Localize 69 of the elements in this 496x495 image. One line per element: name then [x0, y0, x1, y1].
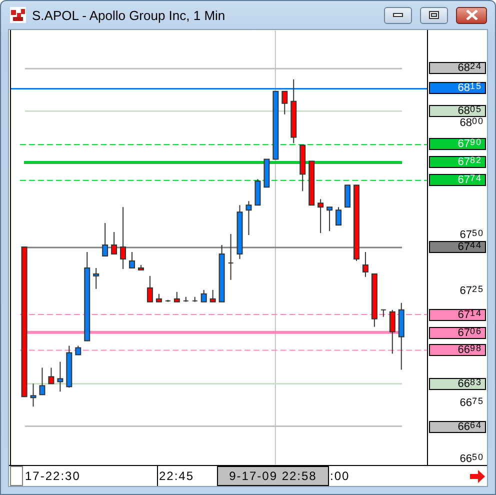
price-marker-label: 67$^{90}$	[429, 138, 486, 150]
candlestick	[380, 309, 386, 318]
time-label: 17-22:30	[24, 468, 82, 485]
price-marker-label: 67$^{06}$	[429, 326, 486, 339]
arrow-right-icon[interactable]	[470, 470, 485, 482]
close-button[interactable]	[456, 6, 487, 24]
candlestick	[210, 289, 216, 302]
candlestick	[389, 309, 396, 354]
candlestick	[120, 206, 126, 270]
candlestick	[57, 361, 64, 392]
price-tick-label: 66$^{75}$	[460, 397, 484, 409]
window-title: S.APOL - Apollo Group Inc, 1 Min	[32, 8, 226, 22]
price-marker-label: 67$^{44}$	[429, 241, 486, 254]
candlestick	[138, 264, 144, 270]
candlestick	[93, 267, 100, 290]
candlestick	[326, 206, 333, 232]
candlestick	[371, 273, 378, 328]
price-marker-label: 66$^{98}$	[429, 344, 486, 356]
candlestick	[264, 158, 270, 188]
price-tick-label: 68$^{00}$	[460, 117, 484, 129]
candlestick	[30, 383, 36, 408]
candlestick	[174, 291, 180, 302]
price-marker-label: 67$^{14}$	[429, 308, 486, 321]
candlestick	[218, 244, 225, 302]
candlestick	[308, 160, 315, 206]
minimize-icon	[393, 13, 403, 17]
price-marker-label: 66$^{64}$	[429, 420, 486, 433]
candlestick	[200, 289, 207, 302]
candlestick	[246, 200, 252, 236]
candlestick	[236, 204, 243, 260]
candlestick	[344, 184, 350, 208]
candlestick	[129, 252, 135, 268]
time-label: :00	[329, 468, 351, 485]
candlestick	[318, 198, 324, 234]
candlestick	[182, 296, 189, 302]
price-marker-label: 68$^{15}$	[429, 82, 486, 94]
minimize-button[interactable]	[384, 6, 412, 24]
candlestick	[66, 345, 72, 388]
price-tick-label: 67$^{50}$	[460, 229, 484, 241]
candlestick	[290, 78, 297, 144]
cursor-time-label: 9-17-09 22:58	[217, 466, 329, 486]
candlestick	[300, 144, 306, 192]
candlestick	[336, 206, 342, 226]
price-marker-label: 68$^{05}$	[429, 104, 486, 117]
candlestick	[282, 90, 288, 115]
price-tick-label: 67$^{25}$	[460, 285, 484, 297]
candlestick	[228, 234, 234, 280]
candlestick	[39, 367, 46, 396]
candlestick	[254, 178, 261, 206]
price-tick-label: 66$^{50}$	[460, 453, 484, 465]
candlestick	[102, 222, 108, 256]
price-marker-label: 66$^{83}$	[429, 378, 486, 390]
candlestick	[272, 90, 279, 160]
price-marker-label: 67$^{74}$	[429, 174, 486, 186]
candlestick	[398, 302, 404, 370]
close-icon	[466, 10, 478, 20]
candlestick	[75, 345, 82, 356]
candlestick	[156, 293, 162, 302]
candlestick	[362, 252, 368, 278]
candlestick	[164, 299, 171, 302]
candlestick	[192, 296, 198, 302]
price-marker-label: 68$^{24}$	[429, 62, 486, 74]
candlestick	[146, 275, 153, 302]
price-marker-label: 67$^{82}$	[429, 156, 486, 168]
app-logo-icon	[10, 7, 26, 23]
candlestick	[111, 232, 118, 254]
maximize-icon	[429, 11, 439, 19]
candlestick	[48, 367, 54, 384]
maximize-button[interactable]	[420, 6, 448, 24]
